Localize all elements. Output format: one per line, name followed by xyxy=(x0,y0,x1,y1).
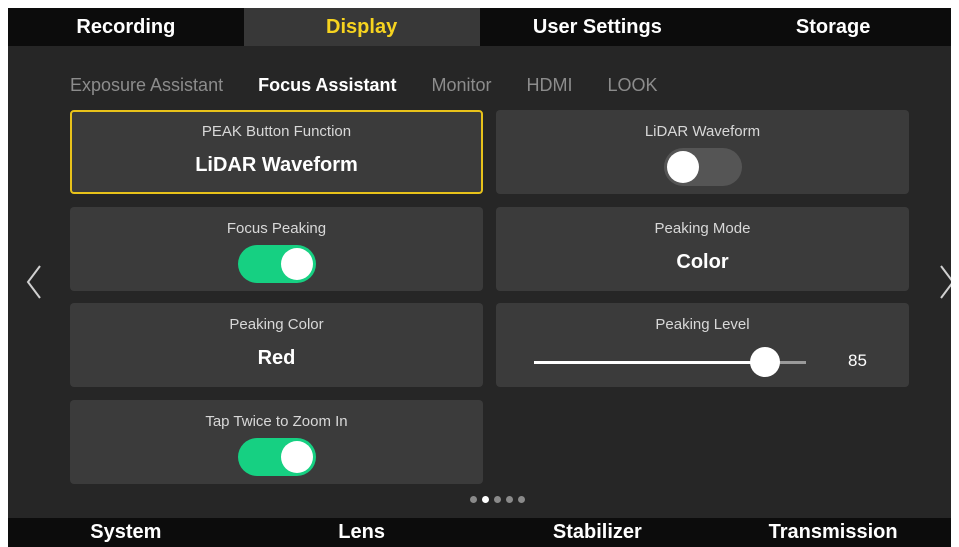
chevron-right-icon[interactable] xyxy=(933,260,951,304)
tab-display[interactable]: Display xyxy=(243,8,480,46)
tap-twice-zoom-toggle[interactable] xyxy=(237,438,316,476)
sub-tab-bar: Exposure Assistant Focus Assistant Monit… xyxy=(70,70,693,100)
subtab-focus-assistant[interactable]: Focus Assistant xyxy=(258,75,396,96)
page-dot[interactable] xyxy=(518,496,525,503)
focus-peaking-card: Focus Peaking xyxy=(70,207,483,291)
page-dot[interactable] xyxy=(470,496,477,503)
toggle-knob xyxy=(666,151,699,183)
page-dot[interactable] xyxy=(494,496,501,503)
subtab-exposure-assistant[interactable]: Exposure Assistant xyxy=(70,75,223,96)
toggle-knob xyxy=(280,248,313,280)
slider-thumb[interactable] xyxy=(750,347,780,377)
tab-user-settings[interactable]: User Settings xyxy=(480,8,716,46)
tab-stabilizer[interactable]: Stabilizer xyxy=(480,518,716,547)
card-label: Peaking Level xyxy=(655,316,750,333)
focus-peaking-toggle[interactable] xyxy=(237,245,316,283)
camera-settings-screen: Recording Display User Settings Storage … xyxy=(8,8,951,547)
card-label: Peaking Color xyxy=(229,316,324,333)
card-label: LiDAR Waveform xyxy=(644,123,761,140)
card-label: Focus Peaking xyxy=(226,220,327,237)
subtab-look[interactable]: LOOK xyxy=(608,75,658,96)
card-value: Color xyxy=(676,251,729,273)
card-value: LiDAR Waveform xyxy=(195,154,358,176)
tap-twice-zoom-card: Tap Twice to Zoom In xyxy=(70,400,483,484)
peaking-color-card[interactable]: Peaking Color Red xyxy=(70,303,483,387)
page-dot[interactable] xyxy=(482,496,489,503)
peaking-level-slider[interactable] xyxy=(534,347,806,377)
tab-storage[interactable]: Storage xyxy=(715,8,951,46)
tab-transmission[interactable]: Transmission xyxy=(715,518,951,547)
peak-button-function-card[interactable]: PEAK Button Function LiDAR Waveform xyxy=(70,110,483,194)
tab-system[interactable]: System xyxy=(8,518,244,547)
page-indicator xyxy=(470,496,525,503)
subtab-monitor[interactable]: Monitor xyxy=(431,75,491,96)
chevron-left-icon[interactable] xyxy=(20,260,48,304)
tab-recording[interactable]: Recording xyxy=(8,8,244,46)
card-label: Peaking Mode xyxy=(654,220,751,237)
lidar-waveform-card: LiDAR Waveform xyxy=(496,110,909,194)
peaking-level-value: 85 xyxy=(848,351,867,370)
top-tab-bar: Recording Display User Settings Storage xyxy=(8,8,951,46)
slider-fill xyxy=(534,361,765,364)
toggle-knob xyxy=(280,441,313,473)
tab-lens[interactable]: Lens xyxy=(244,518,480,547)
card-label: Tap Twice to Zoom In xyxy=(205,413,348,430)
subtab-hdmi[interactable]: HDMI xyxy=(527,75,573,96)
peaking-level-card: Peaking Level 85 xyxy=(496,303,909,387)
lidar-waveform-toggle[interactable] xyxy=(663,148,742,186)
bottom-tab-bar: System Lens Stabilizer Transmission xyxy=(8,518,951,547)
card-value: Red xyxy=(257,347,296,369)
page-dot[interactable] xyxy=(506,496,513,503)
card-label: PEAK Button Function xyxy=(201,123,352,140)
peaking-mode-card[interactable]: Peaking Mode Color xyxy=(496,207,909,291)
